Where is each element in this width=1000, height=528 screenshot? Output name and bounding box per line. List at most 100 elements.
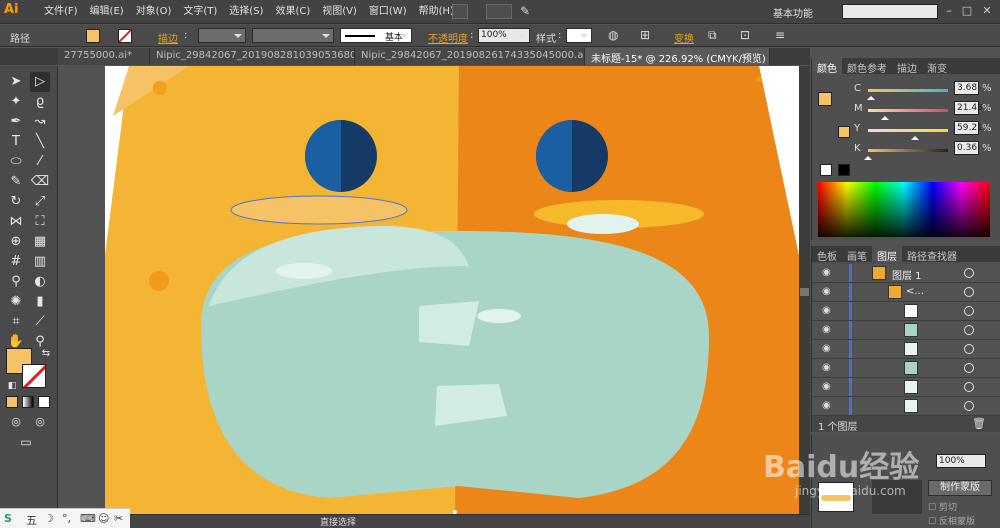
layer-row[interactable]: ◉ xyxy=(812,340,1000,359)
layer-row[interactable]: ◉ xyxy=(812,359,1000,378)
align-icon[interactable]: ⊞ xyxy=(640,28,650,42)
eye-icon[interactable]: ◉ xyxy=(822,286,831,297)
black-value[interactable]: 0.36 xyxy=(954,141,979,155)
tools-icon[interactable]: ✂ xyxy=(114,512,123,525)
screen-mode-icon[interactable]: ▭ xyxy=(16,432,36,452)
moon-icon[interactable]: ☽ xyxy=(44,512,54,525)
line-tool-icon[interactable]: ╲ xyxy=(30,132,50,152)
none-mode-icon[interactable] xyxy=(38,396,50,408)
menu-object[interactable]: 对象(O) xyxy=(130,5,178,19)
gradient-tool-icon[interactable]: ▥ xyxy=(30,252,50,272)
selection-tool-icon[interactable]: ➤ xyxy=(6,72,26,92)
target-icon[interactable] xyxy=(964,287,974,297)
maximize-icon[interactable]: □ xyxy=(960,4,974,18)
tab-stroke[interactable]: 描边 xyxy=(892,58,922,75)
variable-width-dropdown[interactable] xyxy=(252,28,334,43)
opacity-link[interactable]: 不透明度 xyxy=(428,30,468,45)
tab-pathfinder[interactable]: 路径查找器 xyxy=(902,246,962,263)
eye-icon[interactable]: ◉ xyxy=(822,362,831,373)
menu-type[interactable]: 文字(T) xyxy=(177,5,223,19)
close-icon[interactable]: ✕ xyxy=(980,4,994,18)
column-graph-tool-icon[interactable]: ▮ xyxy=(30,292,50,312)
perspective-grid-tool-icon[interactable]: ▦ xyxy=(30,232,50,252)
tab-document-active[interactable]: 未标题-15* @ 226.92% (CMYK/预览) xyxy=(585,48,770,65)
stroke-weight-dropdown[interactable] xyxy=(198,28,246,43)
color-mode-icon[interactable] xyxy=(6,396,18,408)
ime-mode[interactable]: 五 xyxy=(26,512,37,528)
yellow-slider[interactable] xyxy=(868,129,948,132)
panel-menu-icon[interactable]: ≡ xyxy=(775,28,785,42)
target-icon[interactable] xyxy=(964,306,974,316)
stroke-link[interactable]: 描边 xyxy=(158,30,178,45)
selected-path[interactable] xyxy=(230,195,408,225)
artboard-tool-icon[interactable]: ⌗ xyxy=(6,312,26,332)
user-icon[interactable]: ☺ xyxy=(98,512,109,525)
curvature-tool-icon[interactable]: ↝ xyxy=(30,112,50,132)
slider-marker[interactable] xyxy=(881,112,890,120)
blend-tool-icon[interactable]: ◐ xyxy=(30,272,50,292)
tab-document-3[interactable]: Nipic_29842067_20190826174335045000.ai* xyxy=(355,48,585,65)
rotate-tool-icon[interactable]: ↻ xyxy=(6,192,26,212)
eye-icon[interactable]: ◉ xyxy=(822,343,831,354)
lasso-tool-icon[interactable]: ϱ xyxy=(30,92,50,112)
stroke-swatch[interactable] xyxy=(118,29,132,43)
default-colors-icon[interactable]: ◧ xyxy=(2,376,22,396)
mask-placeholder[interactable] xyxy=(872,480,922,514)
minimize-icon[interactable]: – xyxy=(942,4,956,18)
menu-select[interactable]: 选择(S) xyxy=(223,5,269,19)
direct-selection-tool-icon[interactable]: ▷ xyxy=(30,72,50,92)
shape-builder-tool-icon[interactable]: ⊕ xyxy=(6,232,26,252)
tab-document-2[interactable]: Nipic_29842067_20190828103905368000.ai* xyxy=(150,48,355,65)
menu-effect[interactable]: 效果(C) xyxy=(269,5,316,19)
menu-window[interactable]: 窗口(W) xyxy=(363,5,413,19)
layer-row[interactable]: ◉ xyxy=(812,302,1000,321)
magenta-value[interactable]: 21.43 xyxy=(954,101,983,115)
menu-view[interactable]: 视图(V) xyxy=(316,5,363,19)
ime-logo-icon[interactable]: S xyxy=(4,512,12,525)
slice-tool-icon[interactable]: ⟋ xyxy=(30,312,50,332)
gradient-mode-icon[interactable] xyxy=(22,396,34,408)
fill-swatch[interactable] xyxy=(86,29,100,43)
help-search-input[interactable] xyxy=(842,4,938,19)
invert-mask-checkbox[interactable]: ☐ 反相蒙版 xyxy=(928,514,975,527)
target-icon[interactable] xyxy=(964,268,974,278)
clip-checkbox[interactable]: ☐ 剪切 xyxy=(928,500,957,513)
mesh-tool-icon[interactable]: # xyxy=(6,252,26,272)
punctuation-icon[interactable]: °, xyxy=(62,512,71,525)
tab-gradient[interactable]: 渐变 xyxy=(922,58,952,75)
layer-name[interactable]: <... xyxy=(906,286,924,297)
eye-icon[interactable]: ◉ xyxy=(822,400,831,411)
tab-color-guide[interactable]: 颜色参考 xyxy=(842,58,892,75)
target-icon[interactable] xyxy=(964,344,974,354)
target-icon[interactable] xyxy=(964,363,974,373)
symbol-sprayer-tool-icon[interactable]: ✺ xyxy=(6,292,26,312)
canvas-area[interactable] xyxy=(59,66,799,514)
workspace-switcher[interactable]: 基本功能 xyxy=(773,5,813,20)
transform-link[interactable]: 变换 xyxy=(674,30,694,45)
cyan-value[interactable]: 3.68 xyxy=(954,81,979,95)
width-tool-icon[interactable]: ⋈ xyxy=(6,212,26,232)
pencil-tool-icon[interactable]: ✎ xyxy=(6,172,26,192)
magenta-slider[interactable] xyxy=(868,109,948,112)
tab-color[interactable]: 颜色 xyxy=(812,58,842,75)
ellipse-tool-icon[interactable]: ⬭ xyxy=(6,152,26,172)
cyan-slider[interactable] xyxy=(868,89,948,92)
layer-row[interactable]: ◉ xyxy=(812,321,1000,340)
eye-icon[interactable]: ◉ xyxy=(822,305,831,316)
target-icon[interactable] xyxy=(964,325,974,335)
gpu-performance-icon[interactable]: ✎ xyxy=(520,4,536,19)
stroke-color-box[interactable] xyxy=(22,364,46,388)
slider-marker[interactable] xyxy=(864,152,873,160)
target-icon[interactable] xyxy=(964,382,974,392)
menu-edit[interactable]: 编辑(E) xyxy=(84,5,130,19)
eyedropper-tool-icon[interactable]: ⚲ xyxy=(6,272,26,292)
delete-layer-icon[interactable]: 🗑 xyxy=(972,417,986,430)
menu-file[interactable]: 文件(F) xyxy=(38,5,84,19)
bridge-icon[interactable] xyxy=(452,4,468,19)
layer-row[interactable]: ◉ xyxy=(812,378,1000,397)
layer-name[interactable]: 图层 1 xyxy=(892,267,922,282)
draw-normal-icon[interactable]: ◎ xyxy=(6,412,26,432)
tab-swatches[interactable]: 色板 xyxy=(812,246,842,263)
opacity-field[interactable]: 100% xyxy=(478,28,530,43)
magic-wand-tool-icon[interactable]: ✦ xyxy=(6,92,26,112)
